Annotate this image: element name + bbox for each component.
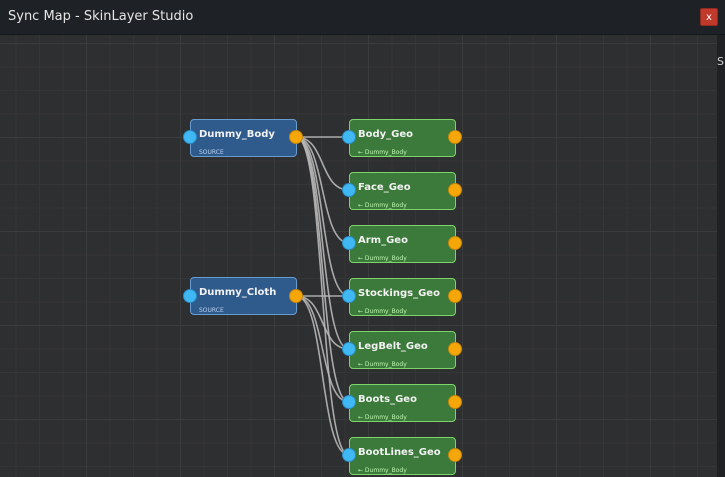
input-port[interactable] <box>183 289 197 303</box>
connection-wire <box>295 295 350 456</box>
node-subtitle: ← Dummy_Body <box>358 361 407 368</box>
node-title: BootLines_Geo <box>358 447 441 458</box>
node-title: Boots_Geo <box>358 394 417 405</box>
target-node-arm-geo[interactable]: Arm_Geo ← Dummy_Body <box>349 225 456 263</box>
node-subtitle: ← Dummy_Body <box>358 414 407 421</box>
node-subtitle: ← Dummy_Body <box>358 149 407 156</box>
node-title: Dummy_Cloth <box>199 287 277 298</box>
node-title: Stockings_Geo <box>358 288 440 299</box>
output-port[interactable] <box>448 289 462 303</box>
node-title: Body_Geo <box>358 129 414 140</box>
input-port[interactable] <box>183 130 197 144</box>
node-subtitle: SOURCE <box>199 307 224 314</box>
node-subtitle: ← Dummy_Body <box>358 202 407 209</box>
output-port[interactable] <box>448 448 462 462</box>
node-subtitle: ← Dummy_Body <box>358 467 407 474</box>
node-title: LegBelt_Geo <box>358 341 428 352</box>
target-node-boots-geo[interactable]: Boots_Geo ← Dummy_Body <box>349 384 456 422</box>
target-node-legbelt-geo[interactable]: LegBelt_Geo ← Dummy_Body <box>349 331 456 369</box>
input-port[interactable] <box>342 289 356 303</box>
output-port[interactable] <box>289 130 303 144</box>
node-title: Arm_Geo <box>358 235 408 246</box>
connection-wire <box>295 136 350 403</box>
target-node-bootlines-geo[interactable]: BootLines_Geo ← Dummy_Body <box>349 437 456 475</box>
output-port[interactable] <box>448 342 462 356</box>
input-port[interactable] <box>342 130 356 144</box>
output-port[interactable] <box>448 236 462 250</box>
target-node-body-geo[interactable]: Body_Geo ← Dummy_Body <box>349 119 456 157</box>
output-port[interactable] <box>448 130 462 144</box>
input-port[interactable] <box>342 342 356 356</box>
target-node-stockings-geo[interactable]: Stockings_Geo ← Dummy_Body <box>349 278 456 316</box>
node-title: Dummy_Body <box>199 129 275 140</box>
output-port[interactable] <box>448 183 462 197</box>
sync-map-window: Sync Map - SkinLayer Studio x S Dummy_Bo… <box>0 0 725 477</box>
node-subtitle: SOURCE <box>199 149 224 156</box>
input-port[interactable] <box>342 395 356 409</box>
input-port[interactable] <box>342 183 356 197</box>
input-port[interactable] <box>342 448 356 462</box>
output-port[interactable] <box>289 289 303 303</box>
node-subtitle: ← Dummy_Body <box>358 308 407 315</box>
input-port[interactable] <box>342 236 356 250</box>
source-node-dummy-cloth[interactable]: Dummy_Cloth SOURCE <box>190 277 297 315</box>
source-node-dummy-body[interactable]: Dummy_Body SOURCE <box>190 119 297 157</box>
target-node-face-geo[interactable]: Face_Geo ← Dummy_Body <box>349 172 456 210</box>
output-port[interactable] <box>448 395 462 409</box>
node-subtitle: ← Dummy_Body <box>358 255 407 262</box>
node-title: Face_Geo <box>358 182 411 193</box>
